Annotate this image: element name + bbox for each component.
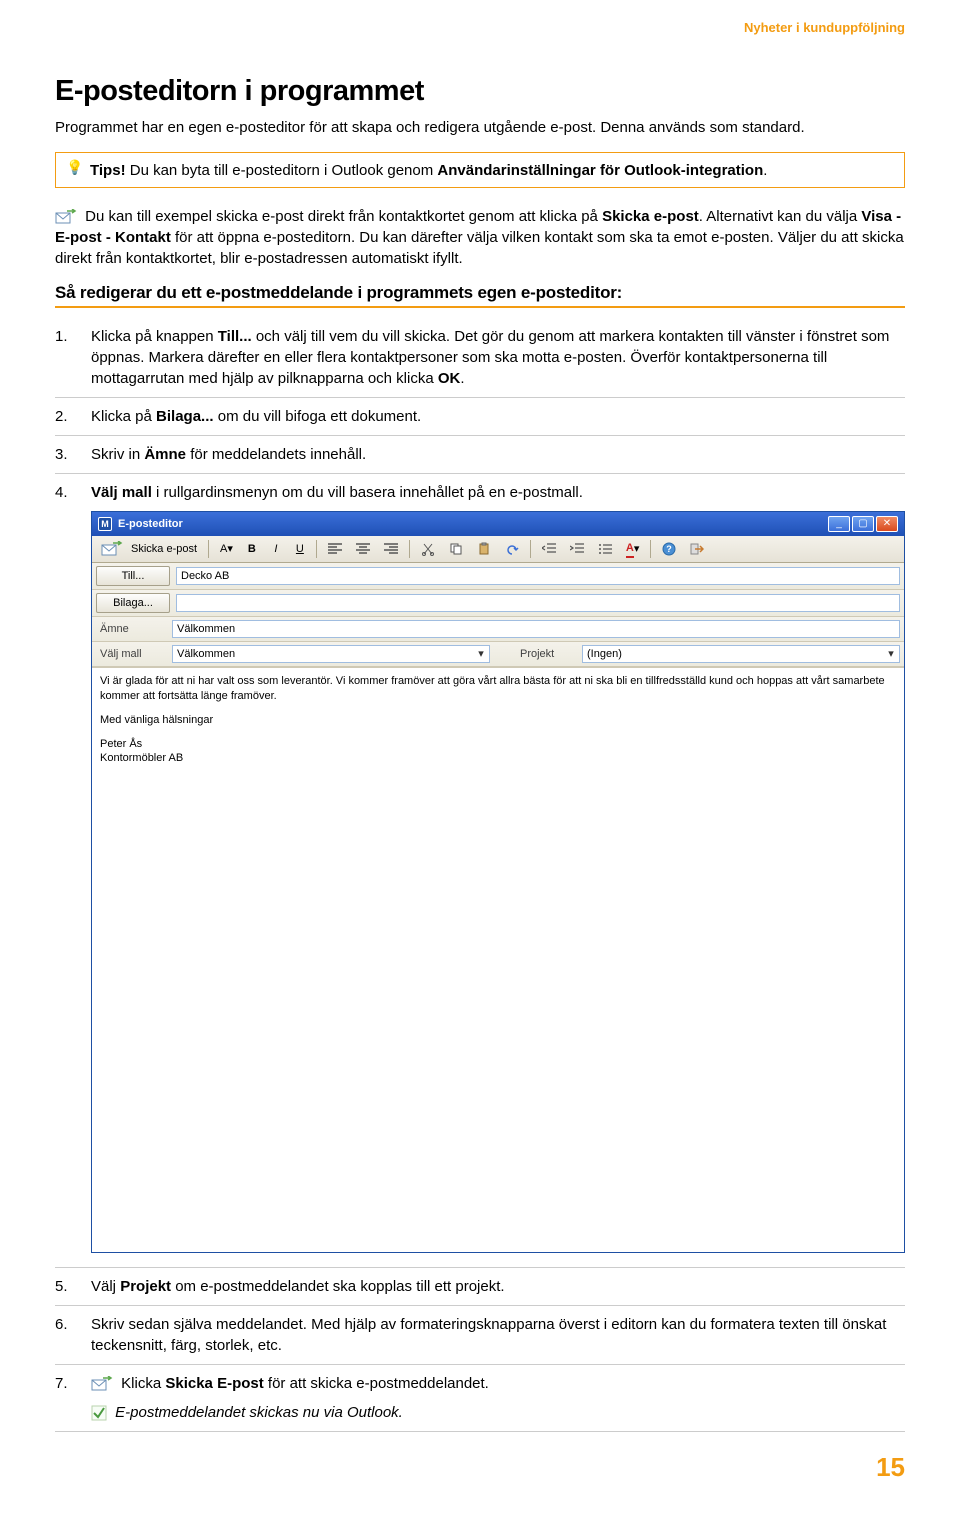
toolbar-separator: [409, 540, 410, 558]
body-paragraph: Vi är glada för att ni har valt oss som …: [100, 674, 896, 703]
lightbulb-icon: [66, 161, 84, 179]
align-center-button[interactable]: [351, 539, 375, 559]
bold-button[interactable]: B: [242, 539, 262, 559]
email-send-icon: [55, 209, 77, 225]
check-icon: [91, 1405, 107, 1421]
steps-heading: Så redigerar du ett e-postmeddelande i p…: [55, 283, 905, 308]
step-2: Klicka på Bilaga... om du vill bifoga et…: [55, 398, 905, 436]
to-row: Till...: [92, 563, 904, 590]
to-button[interactable]: Till...: [96, 566, 170, 586]
step-1: Klicka på knappen Till... och välj till …: [55, 318, 905, 398]
italic-button[interactable]: I: [266, 539, 286, 559]
maximize-button[interactable]: ▢: [852, 516, 874, 532]
subject-label: Ämne: [96, 622, 166, 637]
attachment-button[interactable]: Bilaga...: [96, 593, 170, 613]
project-dropdown[interactable]: (Ingen) ▾: [582, 645, 900, 663]
section-header: Nyheter i kunduppföljning: [55, 20, 905, 35]
body-signature-company: Kontormöbler AB: [100, 751, 896, 765]
copy-button[interactable]: [444, 539, 468, 559]
project-value: (Ingen): [587, 647, 622, 662]
steps-list: Klicka på knappen Till... och välj till …: [55, 318, 905, 1432]
app-icon: M: [98, 517, 112, 531]
step-4: Välj mall i rullgardinsmenyn om du vill …: [55, 474, 905, 1268]
to-field[interactable]: [176, 567, 900, 585]
email-editor-window: M E-posteditor _ ▢ ✕ Skicka e-post: [91, 511, 905, 1253]
toolbar-separator: [316, 540, 317, 558]
toolbar-separator: [650, 540, 651, 558]
svg-text:?: ?: [667, 544, 673, 554]
paste-button[interactable]: [472, 539, 496, 559]
step-7: Klicka Skicka E-post för att skicka e-po…: [55, 1365, 905, 1432]
step-6: Skriv sedan själva meddelandet. Med hjäl…: [55, 1306, 905, 1365]
send-email-button[interactable]: Skicka e-post: [96, 539, 202, 559]
close-button[interactable]: ✕: [876, 516, 898, 532]
page-number: 15: [55, 1452, 905, 1483]
body-signature-name: Peter Ås: [100, 737, 896, 751]
minimize-button[interactable]: _: [828, 516, 850, 532]
font-color-button[interactable]: A▾: [621, 539, 644, 559]
window-title: E-posteditor: [118, 517, 183, 532]
message-body[interactable]: Vi är glada för att ni har valt oss som …: [92, 667, 904, 1252]
send-email-label: Skicka e-post: [131, 542, 197, 557]
email-send-icon: [101, 541, 123, 557]
subject-row: Ämne: [92, 617, 904, 642]
font-dropdown-button[interactable]: A▾: [215, 539, 238, 559]
step-3: Skriv in Ämne för meddelandets innehåll.: [55, 436, 905, 474]
indent-decrease-button[interactable]: [537, 539, 561, 559]
align-left-button[interactable]: [323, 539, 347, 559]
attachment-row: Bilaga...: [92, 590, 904, 617]
align-right-button[interactable]: [379, 539, 403, 559]
email-send-icon: [91, 1376, 113, 1392]
template-value: Välkommen: [177, 647, 235, 662]
body-signature-greeting: Med vänliga hälsningar: [100, 713, 896, 727]
underline-button[interactable]: U: [290, 539, 310, 559]
titlebar: M E-posteditor _ ▢ ✕: [92, 512, 904, 536]
bullet-list-button[interactable]: [593, 539, 617, 559]
template-project-row: Välj mall Välkommen ▾ Projekt (Ingen) ▾: [92, 642, 904, 667]
undo-button[interactable]: [500, 539, 524, 559]
chevron-down-icon: ▾: [883, 646, 899, 662]
toolbar-separator: [530, 540, 531, 558]
template-label: Välj mall: [96, 647, 166, 662]
cut-button[interactable]: [416, 539, 440, 559]
tip-text: Tips! Du kan byta till e-posteditorn i O…: [90, 162, 767, 179]
step-7-note: E-postmeddelandet skickas nu via Outlook…: [115, 1404, 403, 1421]
tip-box: Tips! Du kan byta till e-posteditorn i O…: [55, 152, 905, 188]
page-title: E-posteditorn i programmet: [55, 75, 905, 108]
chevron-down-icon: ▾: [473, 646, 489, 662]
template-dropdown[interactable]: Välkommen ▾: [172, 645, 490, 663]
step-5: Välj Projekt om e-postmeddelandet ska ko…: [55, 1268, 905, 1306]
toolbar-separator: [208, 540, 209, 558]
intro-paragraph: Programmet har en egen e-posteditor för …: [55, 118, 905, 138]
indent-increase-button[interactable]: [565, 539, 589, 559]
subject-field[interactable]: [172, 620, 900, 638]
exit-button[interactable]: [685, 539, 709, 559]
info-paragraph: Du kan till exempel skicka e-post direkt…: [55, 206, 905, 269]
help-button[interactable]: ?: [657, 539, 681, 559]
toolbar: Skicka e-post A▾ B I U: [92, 536, 904, 563]
attachment-field[interactable]: [176, 594, 900, 612]
project-label: Projekt: [516, 647, 576, 662]
